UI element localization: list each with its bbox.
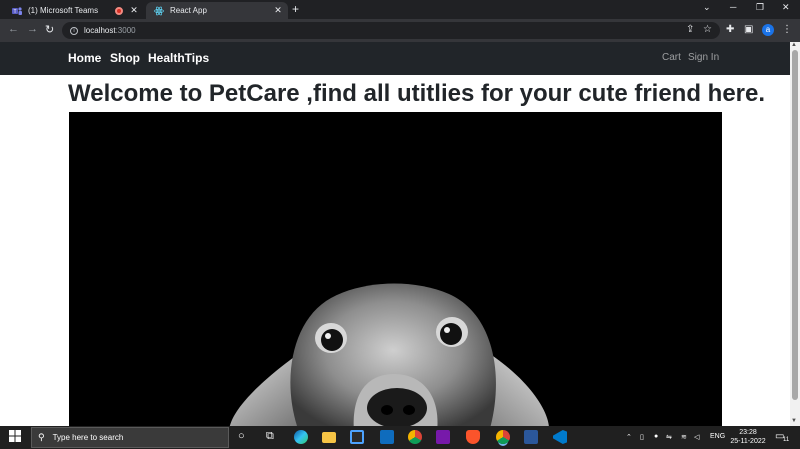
tab-search-chevron-icon[interactable]: ⌄ — [703, 2, 711, 13]
recording-icon — [115, 6, 123, 15]
url-host: localhost — [84, 26, 116, 35]
volume-icon[interactable]: ◁ — [694, 433, 699, 441]
page-headline: Welcome to PetCare ,find all utitlies fo… — [68, 80, 766, 107]
close-tab-icon[interactable]: ✕ — [272, 5, 284, 16]
teams-icon: T — [12, 6, 22, 16]
start-icon[interactable] — [9, 430, 21, 445]
reload-icon[interactable]: ↻ — [45, 23, 54, 36]
scroll-down-icon[interactable]: ▼ — [791, 418, 797, 424]
chrome-active-icon[interactable] — [496, 430, 510, 444]
bookmark-star-icon[interactable]: ☆ — [703, 24, 712, 35]
tab-title: (1) Microsoft Teams — [28, 6, 99, 15]
tray-chevron-icon[interactable]: ⌃ — [626, 433, 632, 441]
word-icon[interactable] — [524, 430, 538, 444]
scrollbar-thumb[interactable] — [792, 50, 798, 400]
search-icon: ⚲ — [38, 432, 45, 442]
tab-microsoft-teams[interactable]: T (1) Microsoft Teams ✕ — [4, 2, 144, 19]
nav-link-shop[interactable]: Shop — [110, 51, 140, 65]
file-explorer-icon[interactable] — [322, 432, 336, 443]
nav-link-cart[interactable]: Cart — [662, 52, 681, 63]
search-placeholder: Type here to search — [52, 433, 124, 442]
nav-link-sign-in[interactable]: Sign In — [688, 52, 719, 63]
site-navbar: Home Shop HealthTips Cart Sign In — [0, 42, 790, 75]
nav-link-home[interactable]: Home — [68, 51, 101, 65]
profile-avatar[interactable]: a — [762, 24, 774, 36]
side-panel-icon[interactable]: ▣ — [744, 24, 753, 35]
taskbar-clock[interactable]: 23:28 25-11-2022 — [728, 428, 768, 446]
cortana-icon[interactable]: ○ — [238, 430, 245, 442]
windows-taskbar: ⚲ Type here to search ○ ⧉ ⌃ ▯ ● ⇋ ≋ ◁ EN… — [0, 426, 800, 449]
react-icon — [154, 6, 164, 16]
mail-icon[interactable] — [380, 430, 394, 444]
notification-count: 11 — [783, 437, 790, 443]
back-arrow-icon[interactable]: ← — [8, 23, 19, 35]
battery-icon[interactable]: ▯ — [640, 433, 644, 441]
language-indicator[interactable]: ENG — [710, 433, 725, 440]
page-scrollbar[interactable]: ▲ ▼ — [790, 42, 800, 426]
clock-time: 23:28 — [739, 429, 757, 436]
onenote-icon[interactable] — [436, 430, 450, 444]
page-viewport: Home Shop HealthTips Cart Sign In Welcom… — [0, 42, 790, 426]
wifi-icon[interactable]: ≋ — [681, 433, 687, 441]
new-tab-icon[interactable]: + — [292, 2, 299, 16]
close-tab-icon[interactable]: ✕ — [128, 5, 140, 16]
url-port: :3000 — [115, 26, 136, 35]
sync-icon[interactable]: ⇋ — [666, 433, 672, 441]
tab-react-app[interactable]: React App ✕ — [146, 2, 288, 19]
dachshund-photo — [229, 283, 549, 426]
brave-icon[interactable] — [466, 430, 480, 444]
scroll-up-icon[interactable]: ▲ — [791, 42, 797, 48]
forward-arrow-icon[interactable]: → — [27, 23, 38, 35]
clock-date: 25-11-2022 — [730, 438, 766, 445]
close-window-icon[interactable]: ✕ — [782, 2, 790, 13]
restore-icon[interactable]: ❐ — [756, 2, 764, 13]
minimize-icon[interactable]: ─ — [730, 2, 736, 12]
kebab-menu-icon[interactable]: ⋮ — [782, 24, 792, 35]
microphone-icon[interactable]: ● — [654, 433, 658, 440]
browser-tab-strip: T (1) Microsoft Teams ✕ React App ✕ + ⌄ … — [0, 0, 800, 19]
task-view-icon[interactable]: ⧉ — [266, 430, 274, 443]
share-icon[interactable]: ⇪ — [686, 24, 694, 35]
browser-toolbar: ← → ↻ i localhost:3000 ⇪ ☆ ✚ ▣ a ⋮ — [0, 19, 800, 42]
edge-icon[interactable] — [294, 430, 308, 444]
chrome-icon[interactable] — [408, 430, 422, 444]
taskbar-search-input[interactable]: ⚲ Type here to search — [31, 427, 229, 448]
nav-link-healthtips[interactable]: HealthTips — [148, 51, 209, 65]
tab-title: React App — [170, 6, 207, 15]
site-info-icon[interactable]: i — [70, 26, 78, 35]
hero-image — [69, 112, 722, 426]
svg-text:T: T — [14, 9, 17, 15]
address-bar[interactable]: i localhost:3000 — [62, 22, 720, 39]
extensions-puzzle-icon[interactable]: ✚ — [726, 24, 734, 35]
vscode-icon[interactable] — [553, 430, 567, 444]
store-icon[interactable] — [350, 430, 364, 444]
